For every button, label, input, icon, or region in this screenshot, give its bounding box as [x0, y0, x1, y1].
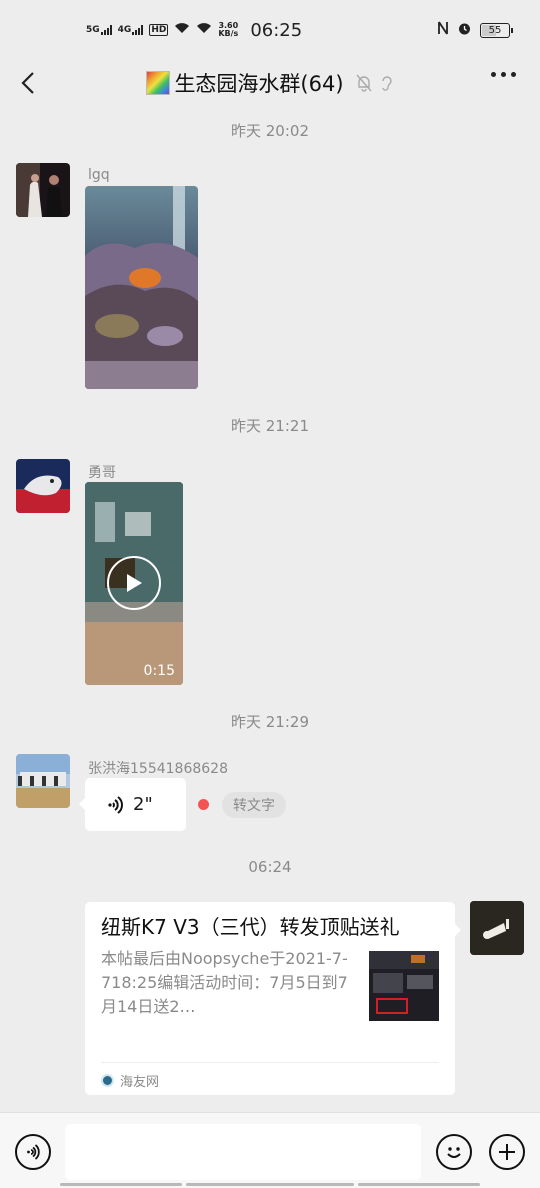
link-card-message[interactable]: 纽斯K7 V3（三代）转发顶贴送礼 本帖最后由Noopsyche于2021-7-… [85, 902, 461, 1095]
link-card-description: 本帖最后由Noopsyche于2021-7-718:25编辑活动时间：7月5日到… [101, 949, 348, 1016]
wifi-icon [174, 22, 190, 38]
battery-icon: 55 [480, 22, 513, 38]
more-button[interactable] [491, 72, 516, 77]
rainbow-emoji-icon [146, 71, 171, 95]
sender-name: 张洪海15541868628 [88, 761, 228, 777]
sender-name: 勇哥 [88, 465, 116, 481]
play-icon[interactable] [107, 556, 161, 610]
signal-4g-icon: 4G [118, 25, 144, 35]
link-card-source-name: 海友网 [120, 1075, 160, 1090]
wifi-icon-2 [196, 22, 212, 38]
plus-icon [499, 1144, 515, 1160]
hd-voice-icon: HD [149, 24, 169, 36]
convert-to-text-button[interactable]: 转文字 [222, 792, 286, 818]
back-button[interactable] [16, 68, 40, 98]
clock: 06:25 [250, 19, 303, 41]
voice-length: 2" [133, 794, 153, 815]
image-message[interactable] [85, 186, 198, 389]
ear-icon [381, 76, 392, 91]
timestamp: 昨天 20:02 [231, 122, 309, 140]
voice-icon [27, 1144, 40, 1160]
timestamp: 昨天 21:21 [231, 417, 309, 435]
link-card-title: 纽斯K7 V3（三代）转发顶贴送礼 [101, 915, 400, 939]
timestamp: 06:24 [248, 858, 292, 876]
message-input[interactable] [65, 1124, 421, 1180]
avatar[interactable] [16, 459, 70, 513]
alarm-icon [457, 21, 472, 40]
voice-message[interactable]: 2" [79, 778, 186, 831]
nfc-icon [437, 21, 449, 39]
mute-bell-icon [356, 74, 372, 92]
avatar[interactable] [16, 754, 70, 808]
timestamp: 昨天 21:29 [231, 713, 309, 731]
unread-dot [198, 799, 209, 810]
voice-wave-icon [108, 795, 123, 814]
chat-header: 生态园海水群(64) [0, 60, 540, 106]
emoji-button[interactable] [436, 1134, 472, 1170]
link-card-thumbnail [369, 951, 439, 1021]
smiley-icon [447, 1147, 461, 1158]
home-indicator [60, 1183, 182, 1186]
chat-title: 生态园海水群(64) [146, 68, 393, 98]
input-bar [0, 1112, 540, 1188]
signal-5g-icon: 5G [86, 25, 112, 35]
voice-input-button[interactable] [15, 1134, 51, 1170]
home-indicator [358, 1183, 480, 1186]
chevron-left-icon [21, 72, 34, 94]
network-speed: 3.60 KB/s [218, 21, 239, 38]
my-avatar[interactable] [470, 901, 524, 955]
source-logo-icon [101, 1074, 114, 1087]
more-actions-button[interactable] [489, 1134, 525, 1170]
chat-title-text: 生态园海水群(64) [174, 72, 344, 96]
home-indicator [186, 1183, 354, 1186]
sender-name: lgq [88, 167, 110, 183]
video-message[interactable]: 0:15 [85, 482, 183, 685]
avatar[interactable] [16, 163, 70, 217]
link-card-source: 海友网 [101, 1062, 439, 1090]
status-bar: 5G 4G HD 3.60 KB/s 06:25 55 [0, 0, 540, 60]
video-duration: 0:15 [143, 663, 175, 679]
